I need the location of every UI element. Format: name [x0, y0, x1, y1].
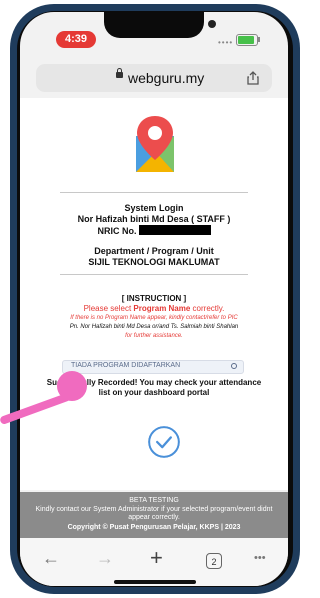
instruction-title: [ INSTRUCTION ]: [121, 294, 187, 303]
status-bar: 4:39 ••••: [20, 12, 288, 50]
beta-label: BETA TESTING: [129, 497, 179, 504]
touch-marker: [57, 371, 87, 401]
instruction-text: Please select Program Name correctly.: [83, 304, 225, 313]
staff-name: Nor Hafizah binti Md Desa ( STAFF ): [77, 214, 231, 224]
web-page: System Login Nor Hafizah binti Md Desa (…: [20, 98, 288, 490]
more-icon[interactable]: •••: [254, 552, 266, 564]
divider: [60, 274, 248, 275]
copyright: Copyright © Pusat Pengurusan Pelajar, KK…: [67, 524, 241, 531]
program-select[interactable]: TIADA PROGRAM DIDAFTARKAN: [62, 360, 244, 374]
battery-tip: [258, 37, 260, 42]
lock-icon: [116, 68, 123, 78]
new-tab-icon[interactable]: +: [150, 545, 163, 571]
department-label: Department / Program / Unit: [94, 246, 214, 256]
instruction-assist: for further assistance.: [125, 333, 183, 339]
address-bar[interactable]: webguru.my: [36, 64, 272, 92]
divider: [60, 192, 248, 193]
footer-contact-line2: appear correctly.: [128, 514, 180, 521]
program-select-value: TIADA PROGRAM DIDAFTARKAN: [71, 362, 181, 369]
instruction-note: If there is no Program Name appear, kind…: [70, 315, 238, 321]
login-title: System Login: [124, 203, 184, 213]
instruction-pic: Pn. Nor Hafizah binti Md Desa or/and Ts.…: [69, 324, 239, 330]
notch: [104, 12, 216, 38]
phone-screen: 4:39 •••• webguru.my System Login Nor Ha…: [20, 12, 288, 586]
tab-count-button[interactable]: 2: [206, 553, 222, 569]
camera-icon: [208, 20, 216, 28]
forward-arrow-icon[interactable]: →: [96, 548, 114, 569]
share-icon[interactable]: [246, 71, 260, 85]
nric-redacted: [138, 225, 211, 235]
browser-toolbar: ← → + 2 •••: [20, 538, 288, 586]
signal-icon: ••••: [218, 38, 234, 47]
location-pin-icon: [136, 116, 174, 172]
url-text: webguru.my: [128, 70, 205, 86]
status-time: 4:39: [56, 31, 96, 48]
department-value: SIJIL TEKNOLOGI MAKLUMAT: [88, 257, 220, 267]
program-name-emphasis: Program Name: [133, 304, 191, 313]
battery-icon: [236, 34, 258, 46]
nric-label: NRIC No.: [97, 226, 137, 236]
footer: BETA TESTING Kindly contact our System A…: [20, 492, 288, 538]
home-indicator[interactable]: [114, 580, 196, 584]
chevron-down-icon: [231, 363, 237, 369]
nric-line: NRIC No.: [20, 225, 288, 236]
back-arrow-icon[interactable]: ←: [42, 548, 60, 569]
check-icon: [148, 426, 180, 458]
footer-contact: Kindly contact our System Administrator …: [35, 506, 273, 513]
